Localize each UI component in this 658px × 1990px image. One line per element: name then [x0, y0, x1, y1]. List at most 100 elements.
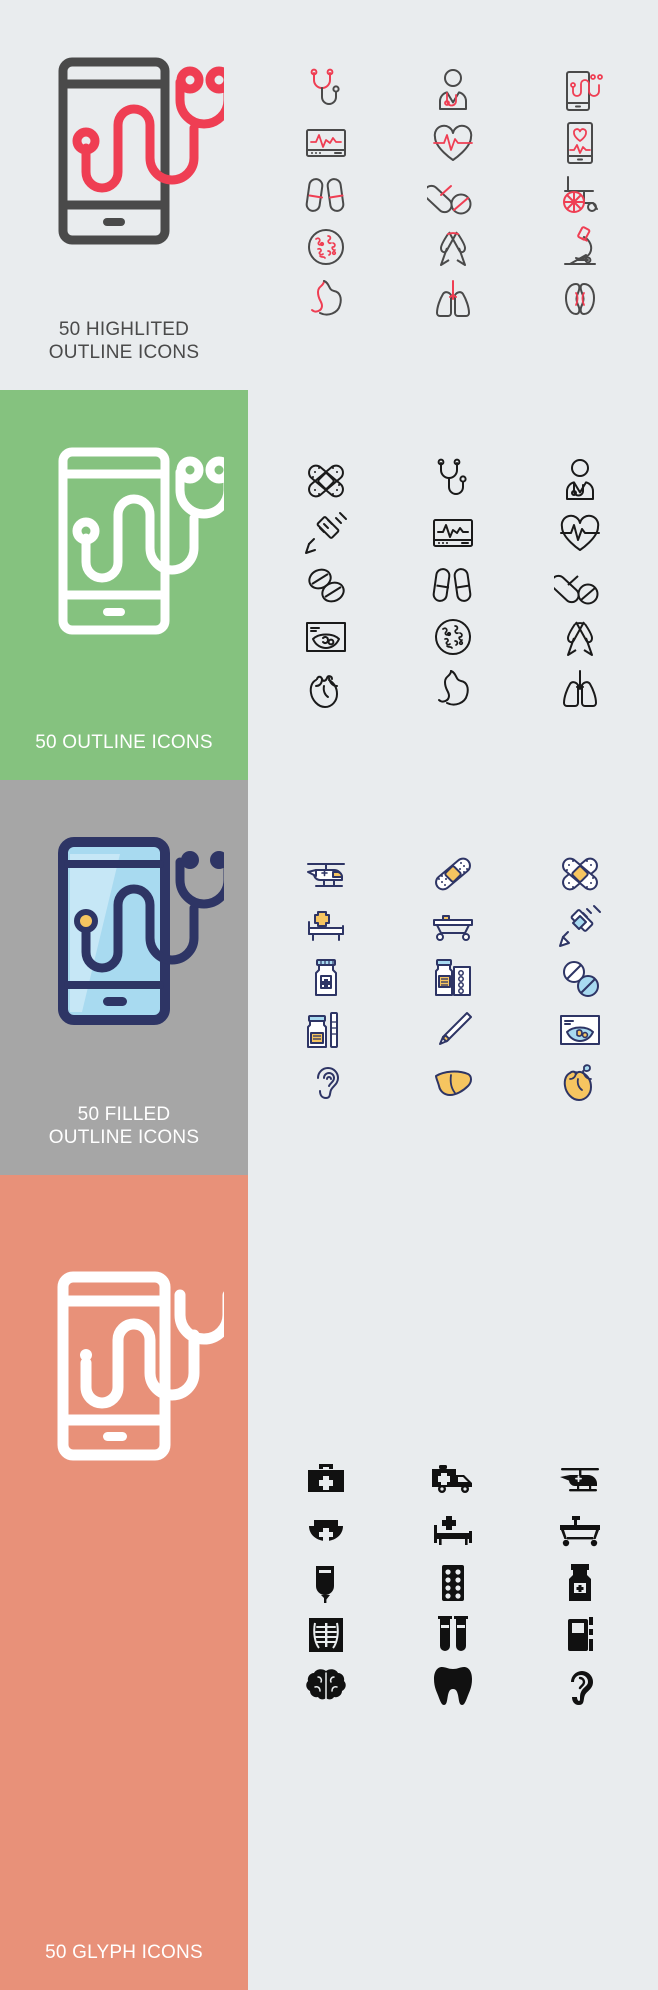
awareness-ribbon-icon	[439, 231, 466, 266]
mobile-heart-rate-icon	[567, 122, 594, 164]
hero-panel-highlited-outline: 50 HIGHLITED OUTLINE ICONS	[0, 0, 248, 390]
icon-cell-stomach[interactable]	[389, 663, 516, 715]
icon-cell-stethoscope[interactable]	[389, 455, 516, 507]
icon-cell-wheelchair[interactable]	[517, 169, 644, 221]
icon-cell-pills-round[interactable]	[517, 952, 644, 1004]
hospital-bed-icon	[307, 910, 344, 941]
section-label-outline: 50 OUTLINE ICONS	[0, 731, 248, 754]
icon-cell-ultrasound-scan[interactable]	[262, 611, 389, 663]
icon-cell-ear[interactable]	[517, 1661, 644, 1713]
icon-cell-ultrasound-scan[interactable]	[517, 1004, 644, 1056]
icon-cell-doctor[interactable]	[389, 65, 516, 117]
icon-cell-first-aid-kit[interactable]	[262, 1453, 389, 1505]
icon-cell-pill-bottle-blister[interactable]	[389, 952, 516, 1004]
icon-cell-stomach[interactable]	[262, 273, 389, 325]
icon-cell-stretcher[interactable]	[389, 900, 516, 952]
icon-cell-syringe[interactable]	[517, 900, 644, 952]
icon-cell-iv-drip[interactable]	[262, 1557, 389, 1609]
icon-cell-syringe[interactable]	[262, 507, 389, 559]
nurse-cap-icon	[308, 1519, 343, 1541]
icon-cell-medical-helicopter[interactable]	[517, 1453, 644, 1505]
icon-cell-bandage-cross[interactable]	[262, 455, 389, 507]
icon-cell-lungs[interactable]	[517, 663, 644, 715]
icon-cell-heartbeat[interactable]	[517, 507, 644, 559]
icon-cell-stethoscope[interactable]	[262, 65, 389, 117]
icon-cell-doctor[interactable]	[517, 455, 644, 507]
phone-stethoscope-icon	[57, 1271, 224, 1461]
icon-cell-pills-round[interactable]	[262, 559, 389, 611]
medical-helicopter-icon	[306, 862, 345, 887]
liver-icon	[434, 1070, 472, 1096]
icon-grid-outline	[248, 390, 658, 780]
capsules-pair-icon	[432, 568, 472, 602]
icon-cell-liver[interactable]	[389, 1056, 516, 1108]
icon-cell-ambulance[interactable]	[389, 1453, 516, 1505]
icon-cell-urine-test-kit[interactable]	[262, 1004, 389, 1056]
icon-cell-hospital-bed[interactable]	[262, 900, 389, 952]
icon-cell-xray-chest[interactable]	[262, 1609, 389, 1661]
section-label-line-1: 50 HIGHLITED	[58, 318, 190, 340]
thermometer-icon	[438, 1011, 472, 1045]
stomach-icon	[310, 280, 342, 316]
ear-icon	[571, 1670, 594, 1705]
lungs-icon	[563, 670, 598, 707]
bandage-cross-icon	[562, 857, 599, 890]
wheelchair-icon	[563, 176, 599, 213]
icon-cell-medical-helicopter[interactable]	[262, 848, 389, 900]
icon-cell-capsules-pair[interactable]	[389, 559, 516, 611]
icon-cell-awareness-ribbon[interactable]	[517, 611, 644, 663]
icon-cell-petri-dish-bacteria[interactable]	[389, 611, 516, 663]
icon-cell-ear[interactable]	[262, 1056, 389, 1108]
petri-dish-bacteria-icon	[307, 229, 344, 265]
icon-cell-blister-pack[interactable]	[389, 1557, 516, 1609]
icon-cell-medicine-bottle[interactable]	[262, 952, 389, 1004]
hero-panel-outline: 50 OUTLINE ICONS	[0, 390, 248, 780]
icon-cell-brain[interactable]	[262, 1661, 389, 1713]
hospital-bed-icon	[433, 1515, 472, 1545]
doctor-icon	[566, 459, 595, 500]
icon-cell-hospital-bed[interactable]	[389, 1505, 516, 1557]
doctor-icon	[438, 69, 467, 110]
section-filled-outline: 50 FILLED OUTLINE ICONS	[0, 780, 658, 1175]
icon-grid-highlited-outline	[248, 0, 658, 390]
icon-cell-heart-organ[interactable]	[517, 1056, 644, 1108]
icon-cell-stretcher[interactable]	[517, 1505, 644, 1557]
kidneys-icon	[565, 283, 596, 315]
icon-cell-bandage-cross[interactable]	[517, 848, 644, 900]
icon-cell-bandage-strip[interactable]	[389, 848, 516, 900]
pills-round-icon	[563, 960, 600, 997]
section-label-line-2: OUTLINE ICONS	[48, 341, 200, 363]
stomach-icon	[437, 670, 469, 706]
icon-cell-medicine-bottle[interactable]	[517, 1557, 644, 1609]
icon-cell-blood-test-tubes[interactable]	[389, 1609, 516, 1661]
icon-cell-lungs[interactable]	[389, 273, 516, 325]
icon-cell-ecg-monitor[interactable]	[262, 117, 389, 169]
icon-cell-capsules-pair[interactable]	[262, 169, 389, 221]
stethoscope-icon	[310, 68, 340, 105]
icon-cell-capsule-and-pill[interactable]	[389, 169, 516, 221]
tooth-icon	[433, 1666, 472, 1705]
stretcher-icon	[560, 1515, 601, 1546]
icon-cell-capsule-and-pill[interactable]	[517, 559, 644, 611]
icon-set-poster: 50 HIGHLITED OUTLINE ICONS 50 OUTLINE IC…	[0, 0, 658, 1990]
ultrasound-scan-icon	[305, 622, 346, 652]
hero-panel-glyph: 50 GLYPH ICONS	[0, 1175, 248, 1990]
icon-cell-mobile-stethoscope[interactable]	[517, 65, 644, 117]
phone-stethoscope-icon	[58, 57, 224, 245]
icon-cell-petri-dish-bacteria[interactable]	[262, 221, 389, 273]
icon-cell-blood-bag[interactable]	[517, 1609, 644, 1661]
section-label-line-1: 50 FILLED	[77, 1103, 171, 1125]
heartbeat-icon	[433, 124, 473, 161]
icon-cell-nurse-cap[interactable]	[262, 1505, 389, 1557]
icon-cell-ecg-monitor[interactable]	[389, 507, 516, 559]
icon-cell-thermometer[interactable]	[389, 1004, 516, 1056]
section-glyph: 50 GLYPH ICONS	[0, 1175, 658, 1990]
icon-cell-kidneys[interactable]	[517, 273, 644, 325]
icon-cell-awareness-ribbon[interactable]	[389, 221, 516, 273]
icon-cell-mobile-heart-rate[interactable]	[517, 117, 644, 169]
icon-cell-microscope[interactable]	[517, 221, 644, 273]
icon-cell-heart-organ[interactable]	[262, 663, 389, 715]
icon-cell-heartbeat[interactable]	[389, 117, 516, 169]
medicine-bottle-icon	[569, 1563, 592, 1601]
icon-cell-tooth[interactable]	[389, 1661, 516, 1713]
